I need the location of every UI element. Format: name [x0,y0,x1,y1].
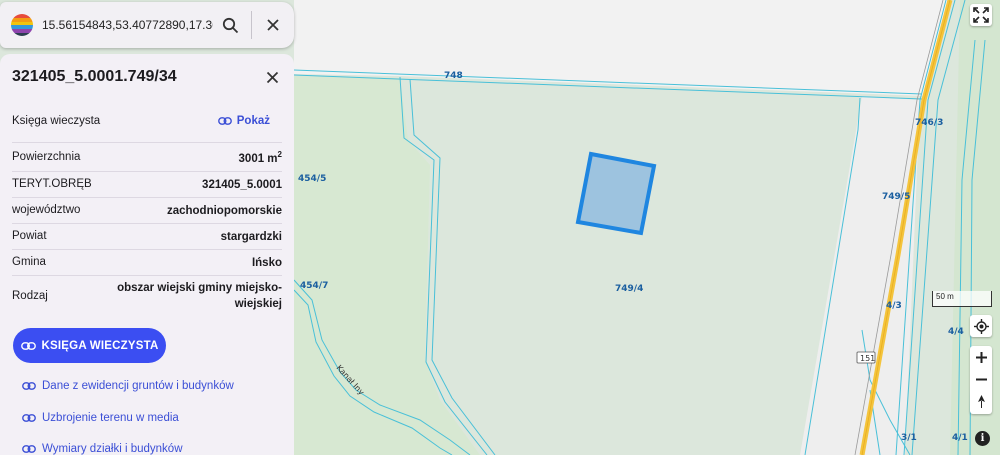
road-number-shield: 151 [856,351,876,364]
table-row: Księga wieczysta Pokaż [12,100,282,143]
area-value: 3001 m2 [238,150,282,165]
dimensions-link[interactable]: Wymiary działki i budynków [22,443,183,455]
parcel-label: 454/5 [298,174,326,184]
parcel-label: 749/4 [615,284,643,294]
link-label: Uzbrojenie terenu w media [42,412,179,424]
parcel-label: 746/3 [915,118,943,128]
parcel-id-title: 321405_5.0001.749/34 [12,68,177,85]
minus-icon [975,378,987,380]
row-value: Ińsko [251,256,282,269]
table-row: Powierzchnia 3001 m2 [12,143,282,172]
fullscreen-icon [973,7,989,23]
utilities-link[interactable]: Uzbrojenie terenu w media [22,412,179,424]
table-row: TERYT.OBRĘB 321405_5.0001 [12,172,282,198]
table-row: Gmina Ińsko [12,250,282,276]
land-register-button[interactable]: KSIĘGA WIECZYSTA [13,328,166,363]
row-value: 321405_5.0001 [202,178,282,191]
zoom-in-button[interactable] [970,346,992,368]
link-icon [22,445,36,453]
row-key: Gmina [12,256,46,268]
link-icon [22,414,36,422]
zoom-out-button[interactable] [970,368,992,390]
link-icon [22,382,36,390]
link-icon [20,341,36,350]
link-label: Wymiary działki i budynków [42,443,183,455]
zoom-controls [970,346,992,414]
close-icon [267,19,279,31]
fullscreen-button[interactable] [970,4,992,26]
row-key: TERYT.OBRĘB [12,178,92,190]
row-value: zachodniopomorskie [166,204,282,217]
show-label: Pokaż [236,115,270,127]
scale-bar: 50 m [932,291,992,307]
panel-header: 321405_5.0001.749/34 [0,54,294,100]
parcel-label: 4/1 [952,433,968,443]
table-row: Rodzaj obszar wiejski gminy miejsko-wiej… [12,276,282,316]
attributes-table: Księga wieczysta Pokaż Powierzchnia 3001… [12,100,282,316]
link-icon [217,117,232,125]
land-records-link[interactable]: Dane z ewidencji gruntów i budynków [22,380,234,392]
link-label: Dane z ewidencji gruntów i budynków [42,380,234,392]
row-value: obszar wiejski gminy miejsko-wiejskiej [117,282,282,310]
search-input[interactable]: 15.56154843,53.40772890,17.36 [42,18,213,32]
parcel-label: 454/7 [300,281,328,291]
selected-parcel[interactable] [575,151,657,236]
row-key: Księga wieczysta [12,114,101,127]
parcel-label: 4/4 [948,327,964,337]
search-bar: 15.56154843,53.40772890,17.36 [0,2,294,48]
parcel-label: 748 [444,71,463,81]
row-key: Powiat [12,230,47,242]
close-panel-button[interactable] [260,65,284,89]
svg-text:151: 151 [860,354,875,363]
row-value: stargardzki [220,230,282,243]
plus-icon [975,351,987,363]
clear-search-button[interactable] [256,8,290,42]
crosshair-icon [973,318,989,334]
close-icon [266,71,278,83]
land-register-button-label: KSIĘGA WIECZYSTA [41,339,159,352]
search-divider [251,11,252,39]
row-key: Rodzaj [12,289,48,302]
show-land-register-link[interactable]: Pokaż [217,115,270,127]
table-row: województwo zachodniopomorskie [12,198,282,224]
parcel-label: 4/3 [886,301,902,311]
compass-icon [977,394,985,408]
search-button[interactable] [213,8,247,42]
parcel-info-panel: 321405_5.0001.749/34 Księga wieczysta Po… [0,54,294,455]
row-key: województwo [12,204,81,216]
map-viewer: 748 746/3 454/5 749/5 454/7 749/4 4/3 4/… [0,0,1000,455]
locate-me-button[interactable] [970,315,992,337]
search-icon [222,17,238,33]
parcel-label: 3/1 [901,433,917,443]
app-logo [11,14,33,36]
table-row: Powiat stargardzki [12,224,282,250]
parcel-label: 749/5 [882,192,910,202]
reset-north-button[interactable] [970,390,992,412]
row-key: Powierzchnia [12,150,81,163]
info-button[interactable]: i [975,431,990,446]
